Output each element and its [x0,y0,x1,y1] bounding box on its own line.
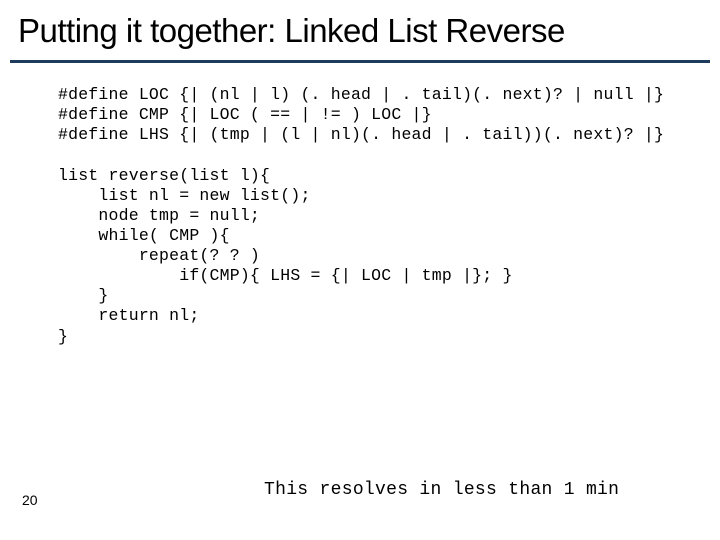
code-snippet: #define LOC {| (nl | l) (. head | . tail… [0,63,720,347]
slide-title: Putting it together: Linked List Reverse [0,0,720,60]
footer-note: This resolves in less than 1 min [264,480,619,500]
page-number: 20 [22,492,38,508]
